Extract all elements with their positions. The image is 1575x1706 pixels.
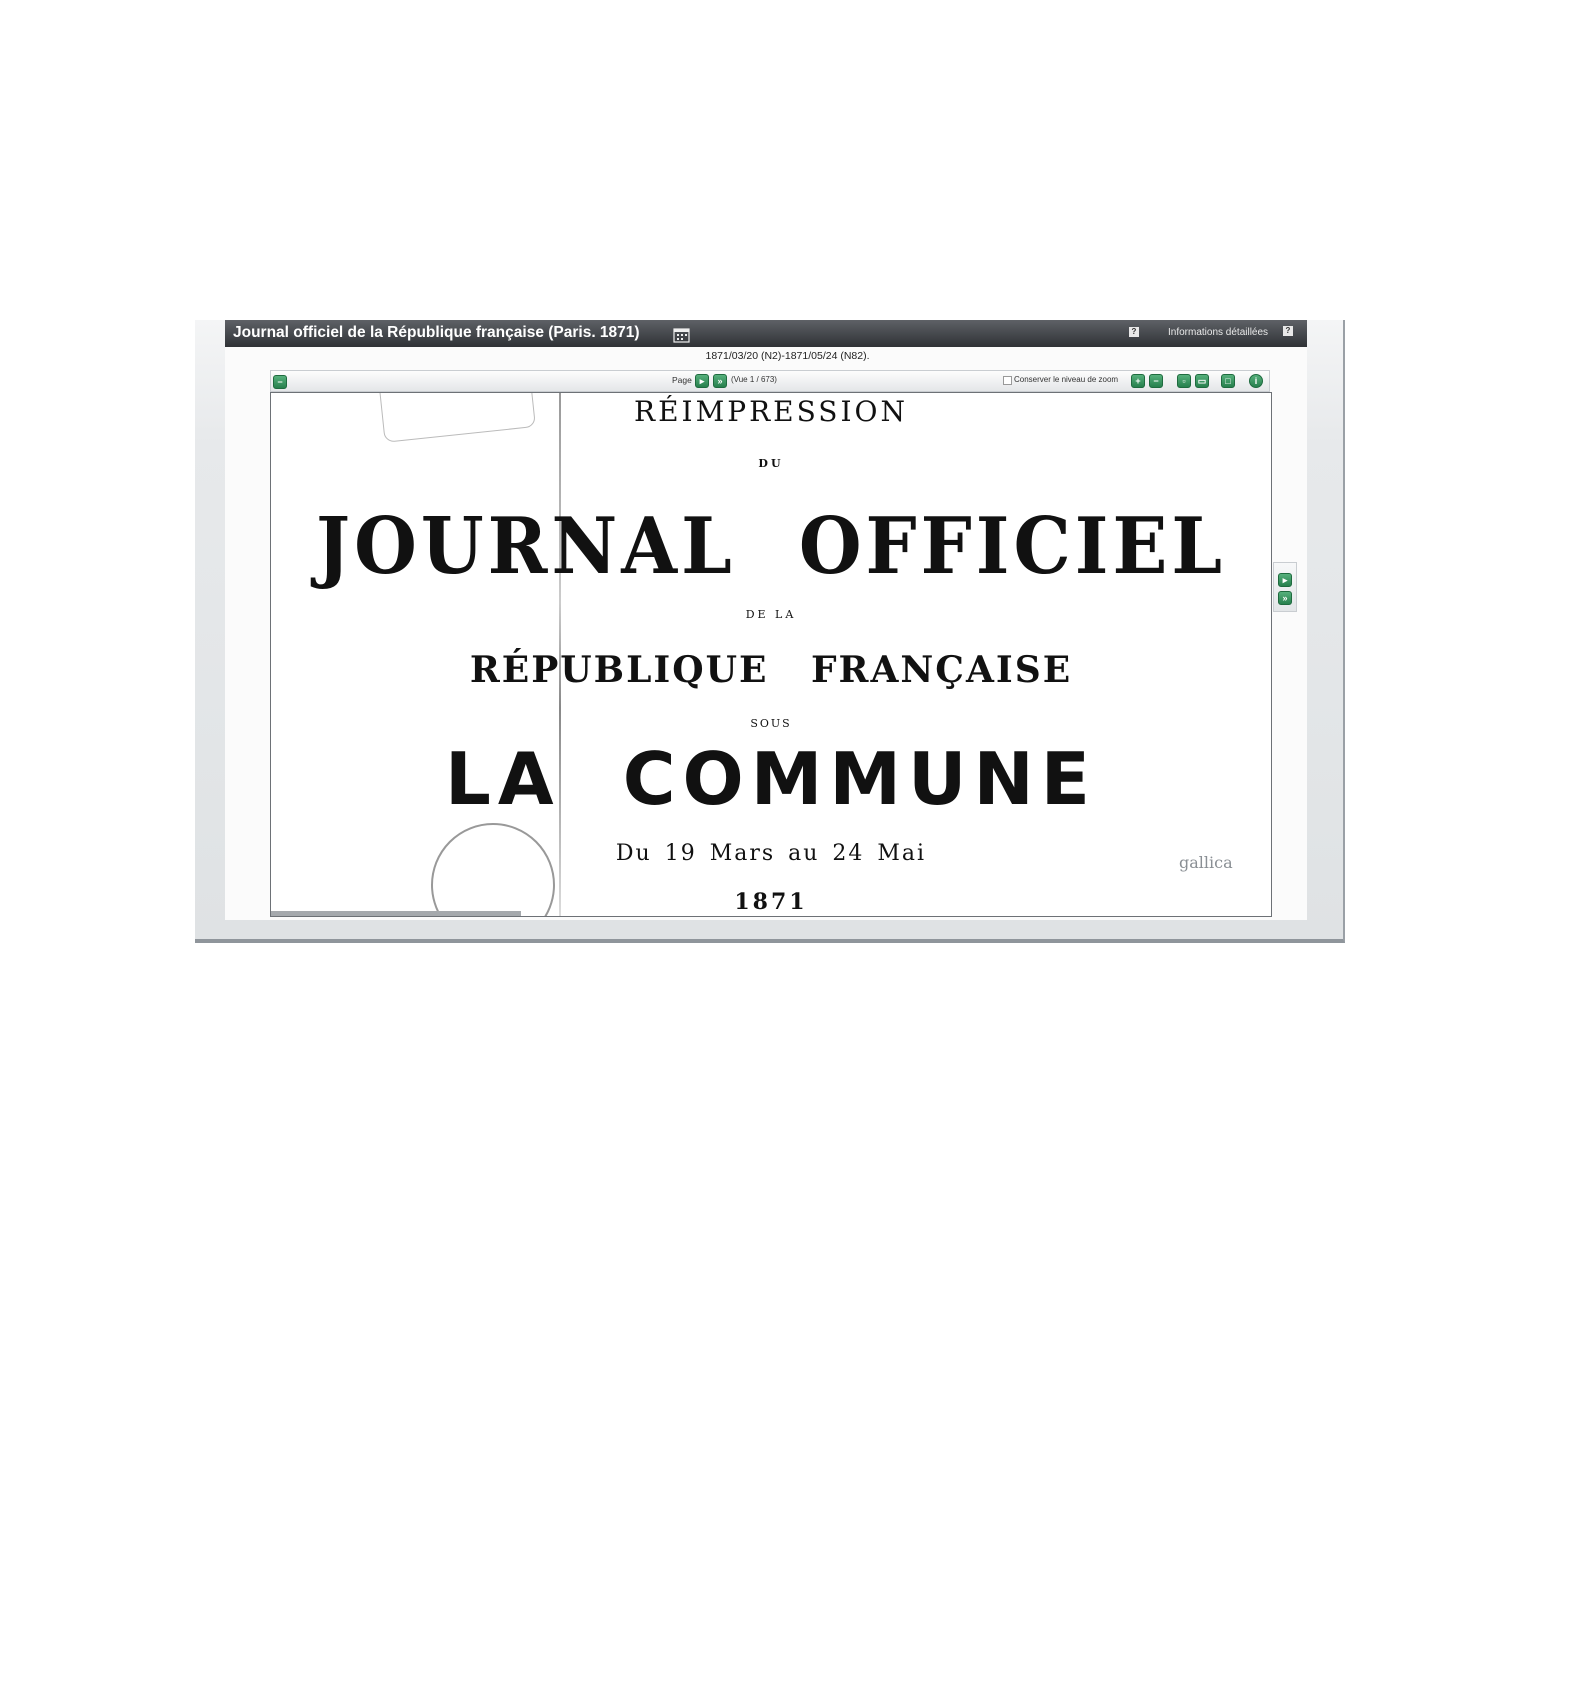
keep-zoom-checkbox[interactable] [1003,376,1012,385]
gallica-watermark: gallica [1179,853,1233,872]
viewer-toolbar: − Page ▸ » (Vue 1 / 673) Conserver le ni… [270,370,1270,392]
document-title: Journal officiel de la République frança… [233,324,640,341]
page-line-la-commune: LA COMMUNE [445,737,1097,821]
info-help-icon[interactable]: ? [1283,326,1293,336]
page-line-dates: Du 19 Mars au 24 Mai [615,841,927,866]
date-range: 1871/03/20 (N2)-1871/05/24 (N82). [705,350,870,362]
side-last-button[interactable]: » [1278,591,1292,605]
fullscreen-icon[interactable]: □ [1221,374,1235,388]
page-line-sous: SOUS [750,717,792,730]
horizontal-scrollbar[interactable] [271,911,521,916]
collapse-button[interactable]: − [273,375,287,389]
page-line-republique: RÉPUBLIQUE FRANÇAISE [469,649,1073,691]
side-next-button[interactable]: ▸ [1278,573,1292,587]
detailed-info-link[interactable]: Informations détaillées [1168,327,1268,338]
page-line-du: DU [758,457,784,470]
page-line-journal-officiel: JOURNAL OFFICIEL [316,499,1226,592]
side-navigation: ▸ » [1273,562,1297,612]
view-counter: (Vue 1 / 673) [731,375,777,384]
next-page-button[interactable]: ▸ [695,374,709,388]
help-icon[interactable]: ? [1129,327,1139,337]
page-line-de-la: DE LA [745,608,797,621]
zoom-out-icon[interactable]: − [1149,374,1163,388]
document-page: RÉIMPRESSION DU JOURNAL OFFICIEL DE LA R… [270,392,1272,917]
last-page-button[interactable]: » [713,374,727,388]
page-label: Page [672,375,692,385]
keep-zoom-label: Conserver le niveau de zoom [1014,375,1119,384]
zoom-in-icon[interactable]: + [1131,374,1145,388]
title-bar: Journal officiel de la République frança… [225,320,1307,347]
calendar-icon[interactable] [673,325,690,343]
page-line-reimpression: RÉIMPRESSION [634,395,908,428]
single-page-icon[interactable]: ▫ [1177,374,1191,388]
double-page-icon[interactable]: ▭ [1195,374,1209,388]
info-icon[interactable]: i [1249,374,1263,388]
